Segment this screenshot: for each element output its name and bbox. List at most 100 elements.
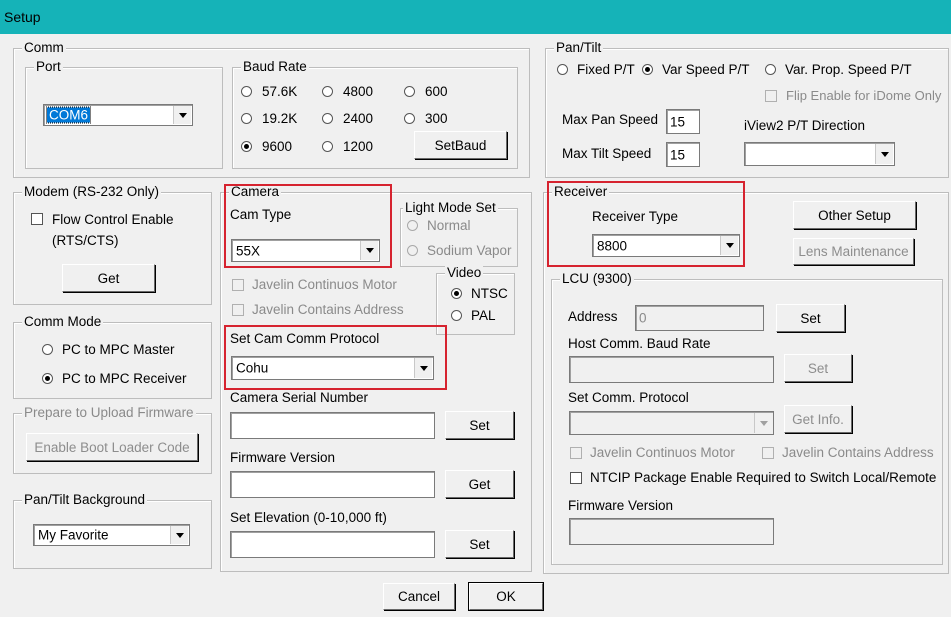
comm-mode-radio-master[interactable] — [42, 344, 53, 355]
pt-background-legend: Pan/Tilt Background — [22, 492, 148, 508]
lcu-address-value: 0 — [639, 310, 647, 326]
video-group: Video — [436, 265, 515, 335]
lcu-address-input[interactable]: 0 — [635, 305, 764, 331]
other-setup-button[interactable]: Other Setup — [793, 201, 916, 229]
flow-control-checkbox[interactable] — [31, 213, 43, 225]
max-pan-speed-label: Max Pan Speed — [562, 112, 659, 127]
javelin-address-label: Javelin Contains Address — [252, 302, 404, 317]
firmware-version-input[interactable] — [230, 471, 435, 498]
ntcip-label: NTCIP Package Enable Required to Switch … — [590, 470, 937, 485]
baud-radio-9600[interactable] — [241, 141, 252, 152]
baud-radio-2400[interactable] — [322, 113, 333, 124]
light-mode-label-normal: Normal — [427, 218, 471, 233]
lcu-javelin-motor-label: Javelin Continuos Motor — [590, 445, 735, 460]
baud-radio-4800[interactable] — [322, 86, 333, 97]
baud-radio-300[interactable] — [404, 113, 415, 124]
chevron-down-icon[interactable] — [875, 144, 893, 164]
serial-number-input[interactable] — [230, 412, 435, 439]
video-radio-pal[interactable] — [451, 310, 462, 321]
modem-get-button[interactable]: Get — [62, 264, 155, 292]
lcu-javelin-motor-checkbox[interactable] — [570, 447, 582, 459]
ok-button[interactable]: OK — [468, 582, 544, 611]
lcu-protocol-label: Set Comm. Protocol — [568, 390, 689, 405]
lens-maintenance-button[interactable]: Lens Maintenance — [793, 238, 914, 265]
modem-legend: Modem (RS-232 Only) — [22, 184, 162, 200]
video-label-ntsc: NTSC — [471, 286, 508, 301]
lcu-firmware-input[interactable] — [569, 518, 774, 545]
highlight-receiver-type — [547, 181, 745, 267]
serial-number-label: Camera Serial Number — [230, 390, 369, 405]
set-baud-button[interactable]: SetBaud — [414, 131, 507, 159]
firmware-upload-legend: Prepare to Upload Firmware — [22, 405, 196, 421]
highlight-cam-type — [224, 184, 392, 268]
lcu-javelin-address-label: Javelin Contains Address — [782, 445, 934, 460]
port-value: COM6 — [45, 106, 92, 124]
pt-background-select[interactable]: My Favorite — [33, 524, 190, 546]
max-tilt-speed-value: 15 — [670, 147, 686, 162]
baud-radio-19-2k[interactable] — [241, 113, 252, 124]
elevation-set-button[interactable]: Set — [445, 530, 514, 558]
light-mode-radio-normal[interactable] — [407, 220, 418, 231]
chevron-down-icon[interactable] — [170, 526, 188, 544]
baud-label-300: 300 — [425, 111, 448, 126]
video-label-pal: PAL — [471, 308, 496, 323]
pt-background-value: My Favorite — [38, 527, 109, 543]
pt-radio-var-speed[interactable] — [642, 64, 653, 75]
flip-enable-checkbox[interactable] — [765, 90, 777, 102]
lcu-address-set-button[interactable]: Set — [776, 304, 845, 332]
light-mode-legend: Light Mode Set — [403, 200, 498, 216]
comm-mode-legend: Comm Mode — [22, 314, 104, 330]
pt-label-var-speed: Var Speed P/T — [662, 62, 750, 77]
host-baud-label: Host Comm. Baud Rate — [568, 336, 711, 351]
baud-radio-57-6k[interactable] — [241, 86, 252, 97]
ntcip-checkbox[interactable] — [570, 472, 582, 484]
video-legend: Video — [445, 265, 484, 281]
cancel-button[interactable]: Cancel — [383, 583, 455, 610]
port-select[interactable]: COM6 — [43, 104, 193, 126]
baud-radio-600[interactable] — [404, 86, 415, 97]
light-mode-label-sodium: Sodium Vapor — [427, 243, 512, 258]
baud-label-1200: 1200 — [343, 139, 374, 154]
light-mode-radio-sodium[interactable] — [407, 245, 418, 256]
host-baud-input[interactable] — [569, 356, 774, 383]
baud-label-9600: 9600 — [262, 139, 293, 154]
max-pan-speed-input[interactable]: 15 — [666, 109, 700, 134]
chevron-down-icon[interactable] — [173, 106, 191, 124]
max-pan-speed-value: 15 — [670, 114, 686, 129]
comm-legend: Comm — [22, 40, 66, 56]
baud-rate-legend: Baud Rate — [241, 59, 309, 75]
flow-control-label: Flow Control Enable — [52, 212, 174, 227]
baud-label-57-6k: 57.6K — [262, 84, 298, 99]
highlight-cam-protocol — [224, 325, 447, 390]
lcu-firmware-label: Firmware Version — [568, 498, 674, 513]
pt-direction-select[interactable] — [744, 142, 895, 166]
javelin-motor-checkbox[interactable] — [232, 279, 244, 291]
baud-label-600: 600 — [425, 84, 448, 99]
lcu-address-label: Address — [568, 309, 618, 324]
pt-radio-var-prop[interactable] — [765, 64, 776, 75]
baud-label-19-2k: 19.2K — [262, 111, 298, 126]
pt-label-var-prop: Var. Prop. Speed P/T — [785, 62, 912, 77]
lcu-javelin-address-checkbox[interactable] — [762, 447, 774, 459]
enable-boot-loader-button[interactable]: Enable Boot Loader Code — [26, 433, 198, 461]
video-radio-ntsc[interactable] — [451, 288, 462, 299]
host-baud-set-button[interactable]: Set — [784, 354, 852, 382]
pt-direction-label: iView2 P/T Direction — [744, 118, 866, 133]
lcu-legend: LCU (9300) — [560, 271, 634, 287]
flip-enable-label: Flip Enable for iDome Only — [786, 88, 942, 103]
chevron-down-icon[interactable] — [754, 413, 772, 433]
javelin-address-checkbox[interactable] — [232, 304, 244, 316]
firmware-version-label: Firmware Version — [230, 450, 336, 465]
max-tilt-speed-input[interactable]: 15 — [666, 142, 700, 167]
port-legend: Port — [34, 59, 63, 75]
serial-number-set-button[interactable]: Set — [445, 411, 514, 439]
elevation-input[interactable] — [230, 531, 435, 558]
firmware-get-button[interactable]: Get — [445, 470, 514, 498]
pt-radio-fixed[interactable] — [557, 64, 568, 75]
comm-mode-radio-receiver[interactable] — [42, 373, 53, 384]
lcu-protocol-select[interactable] — [569, 411, 774, 435]
get-info-button[interactable]: Get Info. — [784, 405, 852, 433]
baud-radio-1200[interactable] — [322, 141, 333, 152]
baud-label-2400: 2400 — [343, 111, 374, 126]
title-bar[interactable]: Setup — [0, 0, 951, 34]
